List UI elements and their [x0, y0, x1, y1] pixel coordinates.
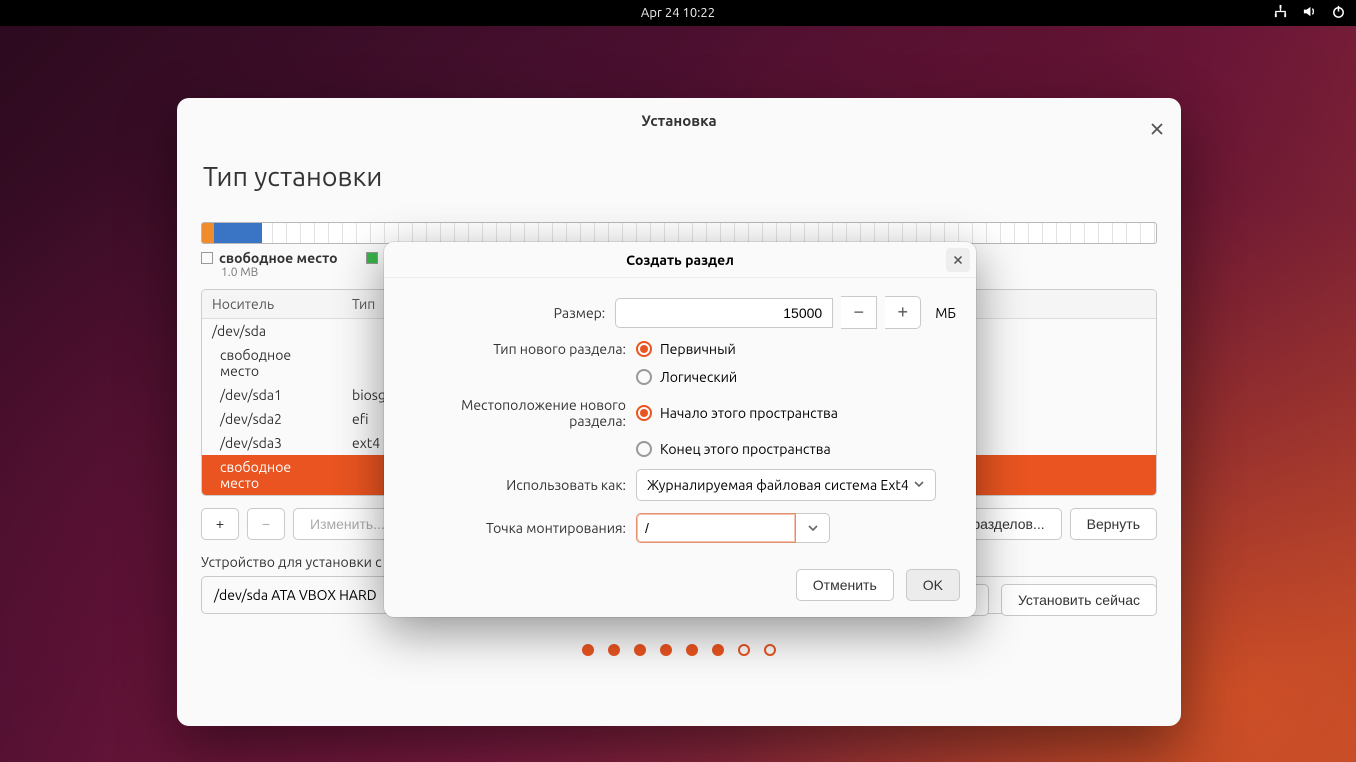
window-title: Установка: [641, 112, 716, 129]
mount-point-dropdown[interactable]: [796, 513, 830, 543]
mount-point-input[interactable]: [636, 513, 796, 543]
location-label: Местоположение нового раздела:: [404, 397, 636, 429]
usage-segment: [202, 223, 214, 243]
size-increase-button[interactable]: +: [885, 296, 921, 329]
chevron-down-icon: [913, 477, 925, 493]
radio-primary[interactable]: Первичный: [636, 341, 736, 357]
radio-icon: [636, 369, 652, 385]
progress-dot: [712, 644, 724, 656]
size-label: Размер:: [404, 305, 615, 321]
useas-label: Использовать как:: [404, 477, 636, 493]
gnome-top-bar: Apr 24 10:22: [0, 0, 1356, 26]
progress-dot: [738, 644, 750, 656]
dialog-title: Создать раздел: [626, 252, 734, 268]
radio-icon: [636, 441, 652, 457]
revert-button[interactable]: Вернуть: [1070, 508, 1157, 540]
radio-end[interactable]: Конец этого пространства: [636, 441, 831, 457]
remove-partition-button[interactable]: −: [247, 508, 285, 540]
col-device[interactable]: Носитель: [202, 290, 342, 319]
close-icon[interactable]: [1147, 111, 1167, 131]
legend-item: свободное место1.0 MB: [201, 250, 338, 279]
size-unit: МБ: [935, 305, 956, 321]
system-tray[interactable]: [1273, 0, 1346, 26]
power-icon[interactable]: [1331, 4, 1346, 22]
progress-dot: [764, 644, 776, 656]
page-title: Тип установки: [203, 162, 1157, 192]
mount-label: Точка монтирования:: [404, 520, 636, 536]
disk-usage-bar[interactable]: [201, 222, 1157, 244]
radio-begin[interactable]: Начало этого пространства: [636, 405, 838, 421]
usage-segment: [214, 223, 262, 243]
progress-dot: [660, 644, 672, 656]
network-icon[interactable]: [1273, 4, 1288, 22]
progress-dot: [686, 644, 698, 656]
progress-dot: [582, 644, 594, 656]
mount-point-combo[interactable]: [636, 513, 830, 543]
size-input[interactable]: [615, 298, 833, 328]
create-partition-dialog: Создать раздел Размер: − + МБ Тип нового…: [384, 242, 976, 617]
bootloader-value: /dev/sda ATA VBOX HARD: [214, 587, 377, 603]
progress-dot: [608, 644, 620, 656]
ok-button[interactable]: OK: [906, 569, 960, 601]
close-icon[interactable]: [946, 248, 970, 272]
window-header: Установка: [177, 98, 1181, 144]
type-label: Тип нового раздела:: [404, 341, 636, 357]
dialog-footer: Отменить OK: [384, 559, 976, 617]
clock[interactable]: Apr 24 10:22: [641, 6, 715, 20]
volume-icon[interactable]: [1302, 4, 1317, 22]
radio-icon: [636, 341, 652, 357]
radio-logical[interactable]: Логический: [636, 369, 737, 385]
usage-ticks: [202, 223, 1156, 243]
size-decrease-button[interactable]: −: [841, 296, 877, 329]
cancel-button[interactable]: Отменить: [796, 569, 894, 601]
radio-icon: [636, 405, 652, 421]
filesystem-select[interactable]: Журналируемая файловая система Ext4: [636, 469, 936, 501]
progress-dot: [634, 644, 646, 656]
dialog-header: Создать раздел: [384, 242, 976, 278]
progress-dots: [177, 644, 1181, 656]
install-now-button[interactable]: Установить сейчас: [1001, 584, 1157, 616]
add-partition-button[interactable]: +: [201, 508, 239, 540]
